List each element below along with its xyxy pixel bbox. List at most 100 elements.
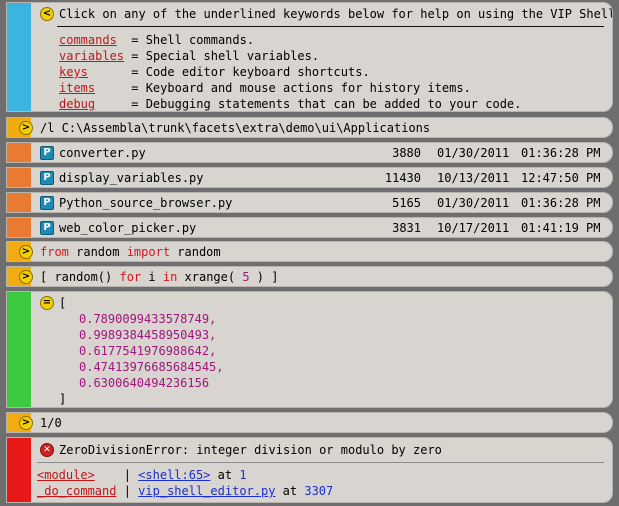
- frame-at-text: at: [275, 484, 305, 498]
- file-name[interactable]: converter.py: [59, 145, 146, 161]
- help-block: < Click on any of the underlined keyword…: [6, 2, 613, 112]
- help-item-description: = Keyboard and mouse actions for history…: [131, 81, 471, 95]
- result-close-bracket: ]: [59, 392, 67, 406]
- help-keyword-link[interactable]: items: [59, 81, 95, 95]
- file-date: 10/17/2011: [437, 221, 510, 235]
- help-item: items = Keyboard and mouse actions for h…: [59, 80, 471, 96]
- prompt-icon[interactable]: >: [19, 245, 33, 259]
- frame-separator: |: [123, 468, 139, 482]
- result-bar[interactable]: [7, 292, 31, 407]
- file-row[interactable]: Pweb_color_picker.py 3831 10/17/2011 01:41:…: [6, 217, 613, 238]
- result-value: 0.6300640494236156: [79, 376, 210, 390]
- error-bar[interactable]: [7, 438, 31, 502]
- cd-command-text: /l C:\Assembla\trunk\facets\extra\demo\u…: [40, 121, 431, 135]
- file-size: 3880: [392, 146, 421, 160]
- help-item-description: = Debugging statements that can be added…: [131, 97, 522, 111]
- python-file-icon[interactable]: P: [40, 171, 54, 185]
- file-date: 01/30/2011: [437, 196, 510, 210]
- file-bar[interactable]: [7, 143, 31, 162]
- vip-shell: < Click on any of the underlined keyword…: [0, 0, 619, 506]
- result-open-bracket: [: [59, 296, 67, 310]
- result-item[interactable]: = [ ] 0.7890099433578749, 0.9989384458950…: [6, 291, 613, 408]
- import-command-item[interactable]: > from random import random: [6, 241, 613, 262]
- number-literal: 5: [242, 270, 250, 284]
- result-value: 0.9989384458950493,: [79, 328, 217, 342]
- help-item-description: = Special shell variables.: [131, 49, 320, 63]
- python-file-icon[interactable]: P: [40, 146, 54, 160]
- keyword-from: from: [40, 245, 69, 259]
- prompt-icon[interactable]: >: [19, 121, 33, 135]
- frame-separator: |: [123, 484, 139, 498]
- file-row[interactable]: Pdisplay_variables.py 11430 10/13/2011 12:4…: [6, 167, 613, 188]
- file-bar[interactable]: [7, 193, 31, 212]
- code-part: ) ]: [249, 270, 279, 284]
- help-keyword-link[interactable]: debug: [59, 97, 95, 111]
- help-keyword-link[interactable]: keys: [59, 65, 88, 79]
- file-time: 01:36:28 PM: [521, 196, 601, 210]
- error-divider: [37, 462, 604, 463]
- code-part: xrange(: [177, 270, 243, 284]
- help-item: commands = Shell commands.: [59, 32, 254, 48]
- list-command-item[interactable]: > [ random() for i in xrange( 5 ) ]: [6, 266, 613, 287]
- frame-spacer: [116, 484, 123, 498]
- file-size: 11430: [384, 171, 421, 185]
- code-part: i: [141, 270, 163, 284]
- file-bar[interactable]: [7, 218, 31, 237]
- error-icon[interactable]: ✕: [40, 443, 54, 457]
- help-bar[interactable]: [7, 3, 31, 111]
- file-size: 5165: [392, 196, 421, 210]
- imported-name: random: [170, 245, 221, 259]
- result-value: 0.6177541976988642,: [79, 344, 217, 358]
- error-message: ZeroDivisionError: integer division or m…: [59, 443, 442, 457]
- python-file-icon[interactable]: P: [40, 196, 54, 210]
- help-item-spacer: [117, 33, 131, 47]
- help-keyword-link[interactable]: commands: [59, 33, 117, 47]
- result-value: 0.7890099433578749,: [79, 312, 217, 326]
- file-time: 01:41:19 PM: [521, 221, 601, 235]
- code-part: [ random(): [40, 270, 120, 284]
- cd-command-item[interactable]: > /l C:\Assembla\trunk\facets\extra\demo…: [6, 117, 613, 138]
- traceback-frame: _do_command | vip_shell_editor.py at 330…: [37, 483, 333, 499]
- file-row[interactable]: Pconverter.py 3880 01/30/2011 01:36:28 PM: [6, 142, 613, 163]
- file-bar[interactable]: [7, 168, 31, 187]
- error-item[interactable]: ✕ ZeroDivisionError: integer division or…: [6, 437, 613, 503]
- help-item: keys = Code editor keyboard shortcuts.: [59, 64, 370, 80]
- help-divider: [57, 26, 604, 27]
- frame-location-link[interactable]: <shell:65>: [138, 468, 210, 482]
- frame-spacer: [95, 468, 124, 482]
- result-value: 0.47413976685684545,: [79, 360, 224, 374]
- frame-function-link[interactable]: <module>: [37, 468, 95, 482]
- file-size: 3831: [392, 221, 421, 235]
- frame-line-number: 1: [239, 468, 247, 482]
- file-name[interactable]: display_variables.py: [59, 170, 204, 186]
- help-keyword-link[interactable]: variables: [59, 49, 124, 63]
- keyword-import: import: [126, 245, 171, 259]
- equals-icon[interactable]: =: [40, 296, 54, 310]
- file-time: 01:36:28 PM: [521, 146, 601, 160]
- file-name[interactable]: Python_source_browser.py: [59, 195, 232, 211]
- list-command-text: [ random() for i in xrange( 5 ) ]: [40, 269, 278, 285]
- help-item-spacer: [88, 65, 131, 79]
- help-item: debug = Debugging statements that can be…: [59, 96, 522, 111]
- help-item-description: = Code editor keyboard shortcuts.: [131, 65, 370, 79]
- file-date: 10/13/2011: [437, 171, 510, 185]
- prompt-icon[interactable]: >: [19, 416, 33, 430]
- file-time: 12:47:50 PM: [521, 171, 601, 185]
- module-name: random: [68, 245, 127, 259]
- help-item-spacer: [95, 97, 131, 111]
- prompt-icon[interactable]: >: [19, 270, 33, 284]
- division-command-text: 1/0: [40, 416, 62, 430]
- frame-function-link[interactable]: _do_command: [37, 484, 116, 498]
- file-name[interactable]: web_color_picker.py: [59, 220, 196, 236]
- file-row[interactable]: P Python_source_browser.py 5165 01/30/2011 0…: [6, 192, 613, 213]
- frame-at-text: at: [210, 468, 240, 482]
- help-item: variables = Special shell variables.: [59, 48, 319, 64]
- division-command-item[interactable]: > 1/0: [6, 412, 613, 433]
- python-file-icon[interactable]: P: [40, 221, 54, 235]
- help-item-spacer: [95, 81, 131, 95]
- help-intro: Click on any of the underlined keywords …: [59, 7, 613, 21]
- traceback-frame: <module> | <shell:65> at 1: [37, 467, 247, 483]
- keyword-in: in: [162, 270, 178, 284]
- frame-location-link[interactable]: vip_shell_editor.py: [138, 484, 275, 498]
- less-than-icon[interactable]: <: [40, 7, 54, 21]
